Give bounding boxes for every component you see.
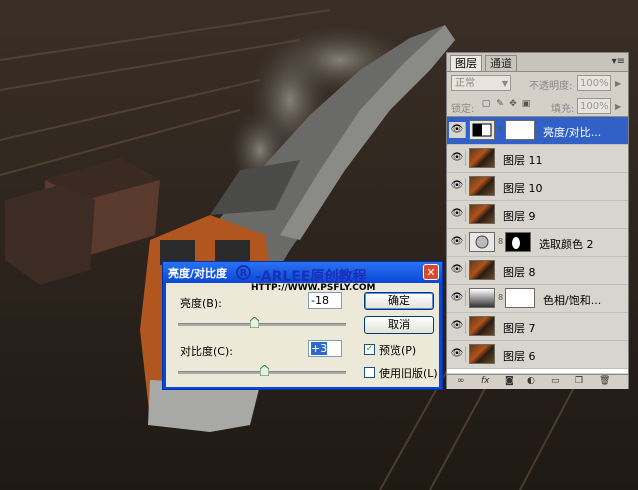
- layer-row[interactable]: 👁 图层 7: [447, 313, 628, 341]
- chevron-down-icon: ▼: [501, 79, 508, 88]
- link-icon[interactable]: 8: [498, 293, 503, 302]
- opacity-label: 不透明度:: [529, 81, 573, 92]
- layer-row[interactable]: 👁 8 亮度/对比...: [447, 117, 628, 145]
- blend-mode-value: 正常: [455, 78, 475, 89]
- layer-row[interactable]: 👁 图层 10: [447, 173, 628, 201]
- dialog-body: 亮度(B): -18 对比度(C): +3 确定 取消 ✓ 预览(P) 使用旧版…: [166, 283, 439, 387]
- cancel-button[interactable]: 取消: [364, 316, 434, 334]
- layer-name[interactable]: 图层 11: [503, 152, 543, 168]
- panel-footer: ∞ fx ◙ ◐ ▭ ❐ 🗑: [447, 374, 628, 389]
- layer-name[interactable]: 图层 8: [503, 264, 536, 280]
- lock-fill-row: 锁定: ▢ ✎ ✥ ▣ 填充: 100% ▶: [447, 96, 628, 117]
- layers-list: 👁 8 亮度/对比... 👁 图层 11 👁 图层 10 👁 图层 9 👁 8: [447, 117, 628, 373]
- eye-icon[interactable]: 👁: [449, 318, 466, 334]
- brightness-label: 亮度(B):: [180, 297, 222, 310]
- link-icon[interactable]: 8: [498, 237, 503, 246]
- mask-thumbnail[interactable]: [505, 288, 535, 308]
- layer-row[interactable]: 👁 图层 8: [447, 257, 628, 285]
- layer-row[interactable]: 👁 图层 9: [447, 201, 628, 229]
- brightness-slider-thumb[interactable]: [249, 317, 259, 328]
- legacy-checkbox[interactable]: [364, 367, 375, 378]
- adjustment-icon[interactable]: ◐: [527, 376, 535, 386]
- layer-name[interactable]: 亮度/对比...: [543, 124, 601, 140]
- watermark-url: HTTP://WWW.PSFLY.COM: [251, 283, 376, 293]
- fill-input[interactable]: 100%: [577, 98, 611, 114]
- mask-icon[interactable]: ◙: [505, 376, 514, 386]
- layer-thumbnail: [469, 260, 495, 280]
- eye-icon[interactable]: 👁: [449, 206, 466, 222]
- eye-icon[interactable]: 👁: [449, 262, 466, 278]
- blend-opacity-row: 正常 ▼ 不透明度: 100% ▶: [447, 73, 628, 95]
- eye-icon[interactable]: 👁: [449, 178, 466, 194]
- fill-arrow-icon[interactable]: ▶: [615, 102, 621, 111]
- layer-thumbnail: [469, 316, 495, 336]
- fill-label: 填充:: [551, 104, 575, 115]
- layers-panel: 图层 通道 ▾≡ 正常 ▼ 不透明度: 100% ▶ 锁定: ▢ ✎ ✥ ▣ 填充…: [446, 52, 629, 389]
- panel-tab-bar: 图层 通道 ▾≡: [447, 53, 628, 72]
- contrast-value: +3: [311, 342, 328, 355]
- mask-thumbnail[interactable]: [505, 232, 531, 252]
- lock-label: 锁定:: [451, 104, 475, 115]
- layer-name[interactable]: 色相/饱和...: [543, 292, 601, 308]
- dialog-title: 亮度/对比度: [168, 267, 228, 280]
- trash-icon[interactable]: 🗑: [599, 376, 610, 386]
- eye-icon[interactable]: 👁: [449, 234, 466, 250]
- eye-icon[interactable]: 👁: [449, 150, 466, 166]
- layer-name[interactable]: 选取颜色 2: [539, 236, 594, 252]
- ok-button[interactable]: 确定: [364, 292, 434, 310]
- opacity-input[interactable]: 100%: [577, 75, 611, 91]
- link-icon[interactable]: ∞: [457, 376, 465, 386]
- layer-thumbnail: [469, 148, 495, 168]
- brightness-input[interactable]: -18: [308, 292, 342, 309]
- layer-name[interactable]: 图层 6: [503, 348, 536, 364]
- mask-thumbnail[interactable]: [505, 120, 535, 140]
- preview-label[interactable]: 预览(P): [379, 342, 416, 358]
- layer-name[interactable]: 图层 7: [503, 320, 536, 336]
- layer-name[interactable]: 图层 10: [503, 180, 543, 196]
- layer-thumbnail: [469, 204, 495, 224]
- eye-icon[interactable]: 👁: [449, 290, 466, 306]
- panel-menu-icon[interactable]: ▾≡: [612, 56, 625, 67]
- close-icon[interactable]: ✕: [423, 264, 439, 280]
- adjustment-thumbnail: [469, 120, 495, 140]
- legacy-label[interactable]: 使用旧版(L): [379, 365, 438, 381]
- layer-row[interactable]: 👁 8 选取颜色 2: [447, 229, 628, 257]
- new-layer-icon[interactable]: ❐: [575, 376, 583, 386]
- contrast-slider-thumb[interactable]: [259, 365, 269, 376]
- layer-thumbnail: [469, 344, 495, 364]
- layer-row[interactable]: 👁 图层 6: [447, 341, 628, 369]
- registered-mark-icon: R: [236, 265, 251, 280]
- layer-name[interactable]: 图层 9: [503, 208, 536, 224]
- contrast-label: 对比度(C):: [180, 345, 233, 358]
- preview-checkbox[interactable]: ✓: [364, 344, 375, 355]
- lock-transparency-icon[interactable]: ▢: [481, 99, 491, 109]
- link-icon[interactable]: 8: [498, 125, 503, 134]
- eye-icon[interactable]: 👁: [449, 346, 466, 362]
- lock-all-icon[interactable]: ▣: [521, 99, 531, 109]
- layer-row[interactable]: 👁 图层 11: [447, 145, 628, 173]
- layer-thumbnail: [469, 176, 495, 196]
- tab-layers[interactable]: 图层: [450, 55, 482, 71]
- blend-mode-select[interactable]: 正常 ▼: [451, 75, 511, 91]
- brightness-slider-track[interactable]: [178, 323, 346, 326]
- contrast-input[interactable]: +3: [308, 340, 342, 357]
- tab-channels[interactable]: 通道: [485, 55, 517, 71]
- adjustment-thumbnail: [469, 232, 495, 252]
- lock-position-icon[interactable]: ✥: [508, 99, 518, 109]
- fx-icon[interactable]: fx: [481, 376, 490, 386]
- adjustment-thumbnail: [469, 288, 495, 308]
- eye-icon[interactable]: 👁: [449, 122, 466, 138]
- opacity-arrow-icon[interactable]: ▶: [615, 79, 621, 88]
- layer-row[interactable]: 👁 8 色相/饱和...: [447, 285, 628, 313]
- group-icon[interactable]: ▭: [551, 376, 560, 386]
- lock-pixels-icon[interactable]: ✎: [495, 99, 505, 109]
